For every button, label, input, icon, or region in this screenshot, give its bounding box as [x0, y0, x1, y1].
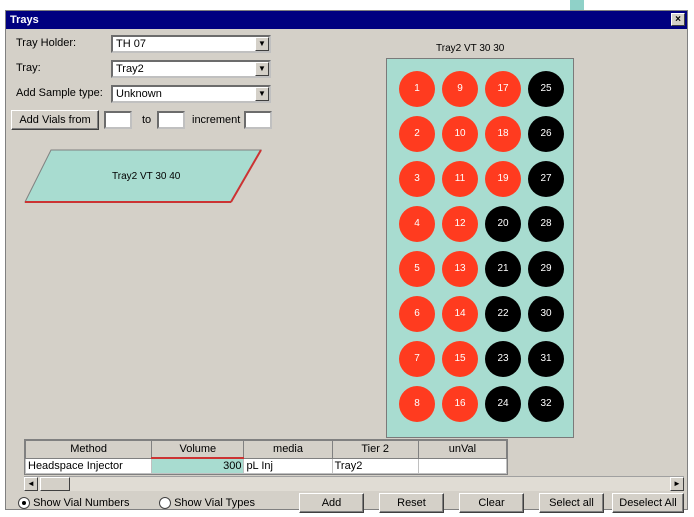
reset-button[interactable]: Reset	[379, 493, 444, 513]
table-cell[interactable]: pL Inj	[243, 457, 333, 474]
deselect-all-button[interactable]: Deselect All	[612, 493, 684, 513]
vial-well[interactable]: 5	[399, 251, 435, 287]
close-button[interactable]: ×	[671, 13, 685, 26]
scroll-left-icon[interactable]: ◄	[24, 477, 38, 491]
vial-well[interactable]: 6	[399, 296, 435, 332]
vial-well[interactable]: 15	[442, 341, 478, 377]
show-vial-numbers-label: Show Vial Numbers	[33, 497, 130, 509]
vial-from-input[interactable]	[104, 111, 132, 129]
show-vial-types-label: Show Vial Types	[174, 497, 255, 509]
scroll-right-icon[interactable]: ►	[670, 477, 684, 491]
clear-button[interactable]: Clear	[459, 493, 524, 513]
chevron-down-icon[interactable]: ▼	[255, 37, 269, 51]
vial-well[interactable]: 26	[528, 116, 564, 152]
show-vial-types-option[interactable]: Show Vial Types	[159, 497, 255, 510]
vial-well[interactable]: 2	[399, 116, 435, 152]
vial-well[interactable]: 12	[442, 206, 478, 242]
vial-well[interactable]: 9	[442, 71, 478, 107]
vial-well[interactable]: 7	[399, 341, 435, 377]
table-cell[interactable]: Headspace Injector	[24, 457, 153, 474]
vial-well[interactable]: 27	[528, 161, 564, 197]
vial-well[interactable]: 19	[485, 161, 521, 197]
tray-holder-select[interactable]: TH 07 ▼	[111, 35, 271, 53]
vial-well[interactable]: 30	[528, 296, 564, 332]
sample-type-value: Unknown	[116, 88, 162, 100]
select-all-button[interactable]: Select all	[539, 493, 604, 513]
vial-well[interactable]: 8	[399, 386, 435, 422]
vial-well[interactable]: 16	[442, 386, 478, 422]
vial-well[interactable]: 32	[528, 386, 564, 422]
vial-well[interactable]: 31	[528, 341, 564, 377]
sequence-table: Method Volume media Tier 2 unVal Headspa…	[24, 439, 508, 475]
scroll-thumb[interactable]	[40, 477, 70, 491]
vial-well[interactable]: 17	[485, 71, 521, 107]
tray-holder-value: TH 07	[116, 38, 146, 50]
show-vial-numbers-option[interactable]: Show Vial Numbers	[18, 497, 130, 510]
chevron-down-icon[interactable]: ▼	[255, 62, 269, 76]
column-header-method[interactable]: Method	[24, 440, 153, 459]
tray-shape-label: Tray2 VT 30 40	[112, 171, 181, 182]
vial-well[interactable]: 4	[399, 206, 435, 242]
vial-well[interactable]: 13	[442, 251, 478, 287]
table-cell[interactable]	[417, 457, 508, 474]
horizontal-scrollbar[interactable]: ◄ ►	[24, 476, 684, 491]
vial-well[interactable]: 25	[528, 71, 564, 107]
column-header-media[interactable]: media	[243, 440, 333, 459]
table-row[interactable]: Headspace Injector 300 pL Inj Tray2	[24, 457, 508, 474]
tray-holder-label: Tray Holder:	[16, 37, 77, 49]
vial-well[interactable]: 29	[528, 251, 564, 287]
column-header-volume[interactable]: Volume	[151, 440, 245, 459]
rack-title: Tray2 VT 30 30	[436, 43, 505, 54]
table-cell[interactable]: 300	[151, 457, 245, 474]
vial-rack: 1 9 17 25 2 10 18 26 3 11 19 27 4 12 20 28 5 13 21 29 6 14 22 3…	[386, 58, 574, 438]
table-cell[interactable]: Tray2	[331, 457, 419, 474]
vial-well[interactable]: 21	[485, 251, 521, 287]
column-header-tier[interactable]: Tier 2	[331, 440, 419, 459]
sample-type-select[interactable]: Unknown ▼	[111, 85, 271, 103]
vial-well[interactable]: 24	[485, 386, 521, 422]
to-label: to	[142, 114, 152, 126]
tray-value: Tray2	[116, 63, 144, 75]
chevron-down-icon[interactable]: ▼	[255, 87, 269, 101]
add-vials-button[interactable]: Add Vials from	[11, 110, 99, 130]
trays-window: Trays × Tray Holder: TH 07 ▼ Tray: Tray2…	[5, 10, 688, 513]
sample-type-label: Add Sample type:	[16, 87, 103, 99]
add-button[interactable]: Add	[299, 493, 364, 513]
vial-well[interactable]: 22	[485, 296, 521, 332]
title-bar: Trays ×	[6, 11, 687, 29]
vial-well[interactable]: 14	[442, 296, 478, 332]
vial-well[interactable]: 1	[399, 71, 435, 107]
vial-well[interactable]: 11	[442, 161, 478, 197]
vial-well[interactable]: 23	[485, 341, 521, 377]
increment-input[interactable]	[244, 111, 272, 129]
vial-well[interactable]: 28	[528, 206, 564, 242]
tray-label: Tray:	[16, 62, 41, 74]
vial-well[interactable]: 18	[485, 116, 521, 152]
column-header-unval[interactable]: unVal	[417, 440, 508, 459]
bottom-toolbar: Show Vial Numbers Show Vial Types Add Re…	[14, 493, 686, 513]
tray-select[interactable]: Tray2 ▼	[111, 60, 271, 78]
increment-label: increment	[192, 114, 241, 126]
vial-well[interactable]: 20	[485, 206, 521, 242]
radio-unselected-icon[interactable]	[159, 497, 171, 510]
radio-selected-icon[interactable]	[18, 497, 30, 510]
window-title: Trays	[10, 14, 39, 26]
vial-well[interactable]: 10	[442, 116, 478, 152]
vial-to-input[interactable]	[157, 111, 185, 129]
vial-well[interactable]: 3	[399, 161, 435, 197]
